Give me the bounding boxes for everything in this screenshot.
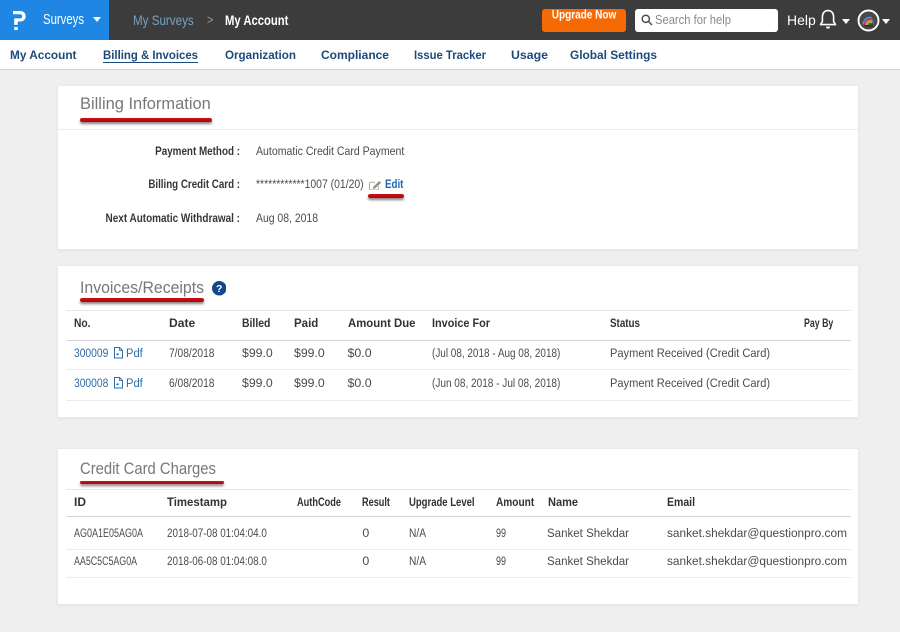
- svg-text:?: ?: [216, 283, 222, 295]
